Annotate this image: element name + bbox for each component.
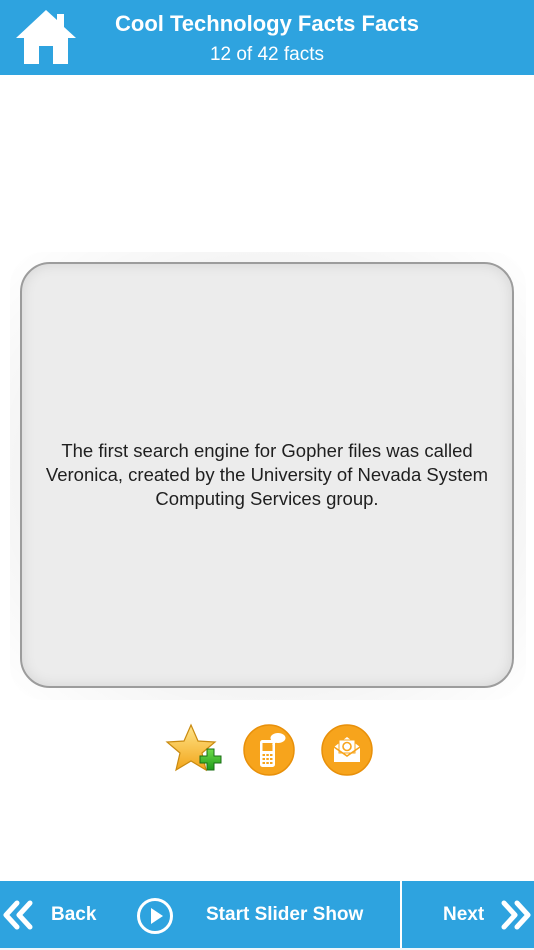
back-label: Back [51, 904, 97, 925]
start-slider-show-label: Start Slider Show [206, 904, 364, 925]
back-button[interactable]: Back [0, 881, 128, 948]
next-label: Next [443, 904, 485, 925]
page-title: Cool Technology Facts Facts [115, 11, 419, 36]
fact-counter: 12 of 42 facts [209, 44, 325, 65]
next-button[interactable]: Next [402, 881, 534, 948]
phone-sms-icon [243, 724, 295, 776]
home-icon [16, 10, 76, 64]
double-chevron-right-icon [501, 900, 531, 930]
share-sms-button[interactable] [242, 723, 300, 781]
header-bar: Cool Technology Facts Facts 12 of 42 fac… [0, 0, 534, 75]
home-button[interactable] [14, 8, 78, 66]
header-title-group: Cool Technology Facts Facts 12 of 42 fac… [0, 0, 534, 75]
double-chevron-left-icon [3, 900, 33, 930]
play-circle-icon [137, 898, 173, 934]
star-plus-icon [165, 723, 222, 772]
action-bar [0, 722, 534, 782]
fact-text: The first search engine for Gopher files… [45, 440, 489, 509]
footer-bar: Back Start Slider Show Next [0, 881, 534, 950]
start-slider-show-button[interactable]: Start Slider Show [134, 881, 398, 948]
add-favorite-button[interactable] [164, 722, 222, 780]
fact-card: The first search engine for Gopher files… [20, 262, 514, 688]
share-email-button[interactable] [320, 723, 378, 781]
email-icon [321, 724, 373, 776]
